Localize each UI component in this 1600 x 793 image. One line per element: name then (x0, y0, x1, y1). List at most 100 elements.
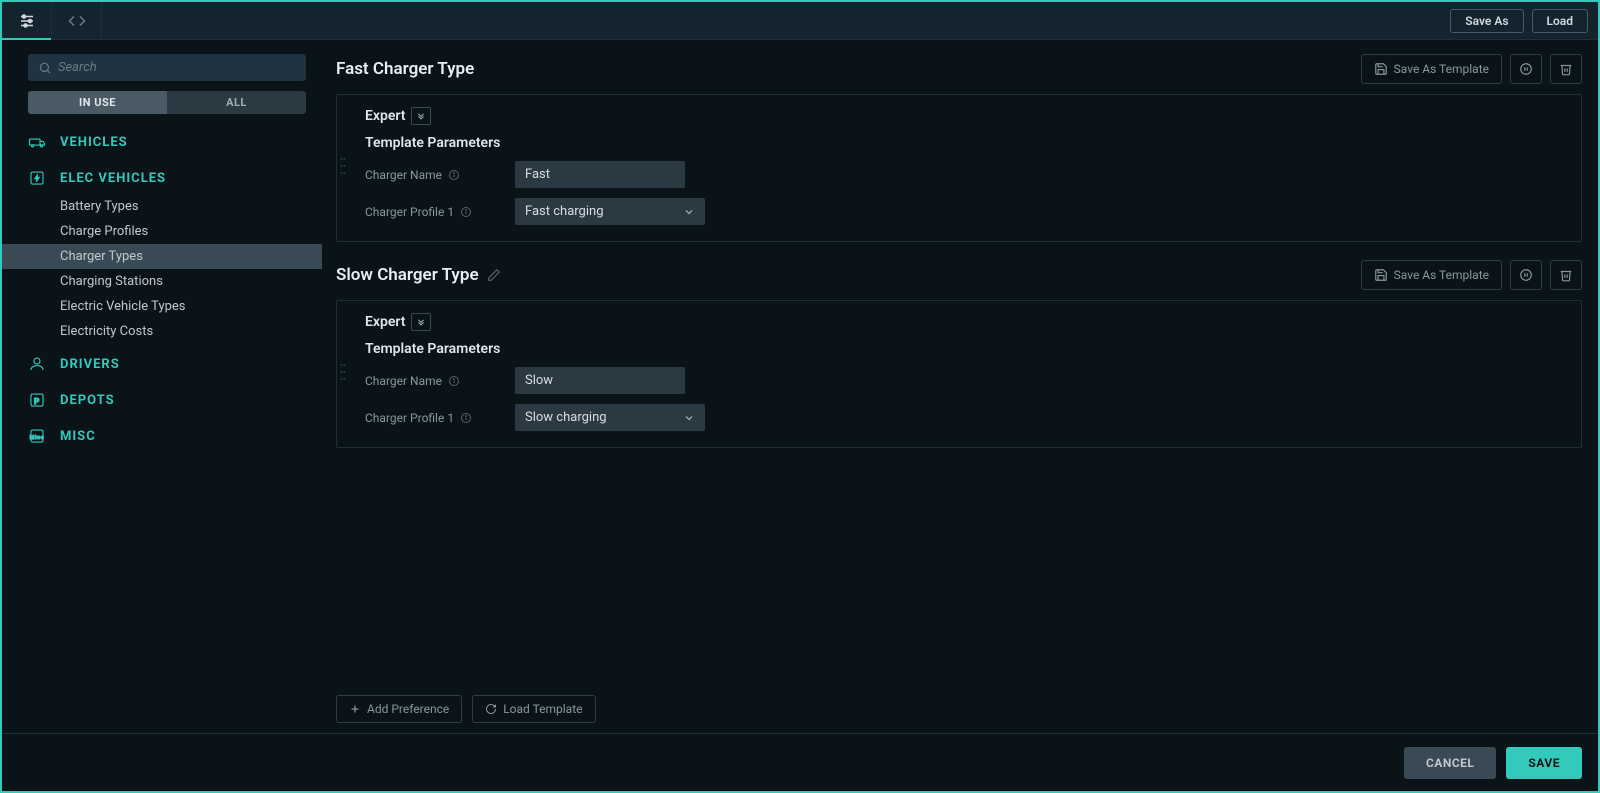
expert-label: Expert (365, 108, 405, 124)
info-icon[interactable] (460, 206, 472, 218)
expert-row: Expert (365, 107, 1565, 125)
add-preference-label: Add Preference (367, 702, 449, 716)
svg-text:P: P (34, 397, 40, 407)
section-actions: Save As Template (1361, 54, 1582, 84)
param-label: Charger Profile 1 (365, 205, 454, 219)
pencil-icon[interactable] (487, 268, 501, 282)
expert-row: Expert (365, 313, 1565, 331)
nav-item-charger-types[interactable]: Charger Types (2, 244, 322, 269)
param-charger-profile: Charger Profile 1 Slow charging (365, 404, 1565, 431)
filter-in-use[interactable]: IN USE (28, 91, 167, 114)
nav-item-charge-profiles[interactable]: Charge Profiles (2, 219, 322, 244)
load-template-button[interactable]: Load Template (472, 695, 595, 723)
save-button[interactable]: SAVE (1506, 747, 1582, 779)
section-title-wrap: Fast Charger Type (336, 59, 474, 79)
panel: Expert Template Parameters Charger Name (336, 94, 1582, 242)
pause-icon (1519, 268, 1533, 282)
bolt-icon (28, 169, 46, 187)
nav-item-charging-stations[interactable]: Charging Stations (2, 269, 322, 294)
panel: Expert Template Parameters Charger Name (336, 300, 1582, 448)
nav-section-vehicles: VEHICLES (2, 126, 322, 158)
bottom-actions: Add Preference Load Template (336, 695, 1582, 723)
main-area: IN USE ALL VEHICLES ELEC VEHICLES Batter… (2, 40, 1598, 733)
misc-icon: Misc (28, 427, 46, 445)
cancel-button[interactable]: CANCEL (1404, 747, 1496, 779)
plus-icon (349, 703, 361, 715)
nav-item-ev-types[interactable]: Electric Vehicle Types (2, 294, 322, 319)
delete-button[interactable] (1550, 260, 1582, 290)
nav-item-electricity-costs[interactable]: Electricity Costs (2, 319, 322, 344)
pause-button[interactable] (1510, 260, 1542, 290)
expert-label: Expert (365, 314, 405, 330)
search-input[interactable] (58, 60, 296, 75)
topbar-actions: Save As Load (1450, 9, 1588, 33)
topbar: Save As Load (2, 2, 1598, 40)
charger-profile-select[interactable]: Fast charging (515, 198, 705, 225)
truck-icon (28, 133, 46, 151)
expert-toggle[interactable] (411, 313, 431, 331)
filter-toggle: IN USE ALL (28, 91, 306, 114)
grip-icon (340, 363, 346, 381)
param-label: Charger Name (365, 168, 442, 182)
nav-label: DRIVERS (60, 357, 120, 372)
save-icon (1374, 268, 1388, 282)
load-button[interactable]: Load (1532, 9, 1588, 33)
trash-icon (1559, 268, 1573, 282)
nav-label: ELEC VEHICLES (60, 171, 166, 186)
param-label-wrap: Charger Name (365, 374, 515, 388)
nav-header-drivers[interactable]: DRIVERS (2, 348, 322, 380)
section-title: Fast Charger Type (336, 59, 474, 79)
param-charger-name: Charger Name (365, 367, 1565, 394)
save-as-template-button[interactable]: Save As Template (1361, 54, 1502, 84)
sidebar: IN USE ALL VEHICLES ELEC VEHICLES Batter… (2, 40, 322, 733)
user-icon (28, 355, 46, 373)
charger-name-input[interactable] (515, 367, 685, 394)
param-charger-profile: Charger Profile 1 Fast charging (365, 198, 1565, 225)
nav-header-vehicles[interactable]: VEHICLES (2, 126, 322, 158)
info-icon[interactable] (448, 169, 460, 181)
param-label-wrap: Charger Profile 1 (365, 411, 515, 425)
section-header: Fast Charger Type Save As Template (336, 54, 1582, 84)
svg-text:Misc: Misc (30, 435, 44, 441)
save-icon (1374, 62, 1388, 76)
nav-section-elec-vehicles: ELEC VEHICLES Battery Types Charge Profi… (2, 162, 322, 344)
footer: CANCEL SAVE (2, 733, 1598, 791)
nav-label: DEPOTS (60, 393, 115, 408)
drag-handle[interactable] (340, 157, 346, 179)
save-as-template-label: Save As Template (1394, 62, 1489, 76)
info-icon[interactable] (460, 412, 472, 424)
select-value: Fast charging (525, 204, 604, 219)
param-label-wrap: Charger Profile 1 (365, 205, 515, 219)
filter-all[interactable]: ALL (167, 91, 306, 114)
section-title-wrap: Slow Charger Type (336, 265, 501, 285)
nav-header-elec-vehicles[interactable]: ELEC VEHICLES (2, 162, 322, 194)
info-icon[interactable] (448, 375, 460, 387)
nav-header-misc[interactable]: Misc MISC (2, 420, 322, 452)
content: Fast Charger Type Save As Template (322, 40, 1598, 733)
nav-label: MISC (60, 429, 96, 444)
expert-toggle[interactable] (411, 107, 431, 125)
search-icon (38, 61, 52, 75)
chevron-down-icon (683, 412, 695, 424)
pause-button[interactable] (1510, 54, 1542, 84)
charger-profile-select[interactable]: Slow charging (515, 404, 705, 431)
drag-handle[interactable] (340, 363, 346, 385)
sections: Fast Charger Type Save As Template (336, 54, 1582, 683)
save-as-button[interactable]: Save As (1450, 9, 1523, 33)
nav-section-misc: Misc MISC (2, 420, 322, 452)
nav-header-depots[interactable]: P DEPOTS (2, 384, 322, 416)
nav-section-drivers: DRIVERS (2, 348, 322, 380)
save-as-template-button[interactable]: Save As Template (1361, 260, 1502, 290)
charger-name-input[interactable] (515, 161, 685, 188)
add-preference-button[interactable]: Add Preference (336, 695, 462, 723)
nav-item-battery-types[interactable]: Battery Types (2, 194, 322, 219)
search-wrap[interactable] (28, 54, 306, 81)
tab-settings[interactable] (2, 2, 52, 39)
tab-code[interactable] (52, 2, 102, 39)
trash-icon (1559, 62, 1573, 76)
refresh-icon (485, 703, 497, 715)
save-as-template-label: Save As Template (1394, 268, 1489, 282)
topbar-tabs (2, 2, 102, 39)
chevrons-down-icon (416, 111, 426, 121)
delete-button[interactable] (1550, 54, 1582, 84)
